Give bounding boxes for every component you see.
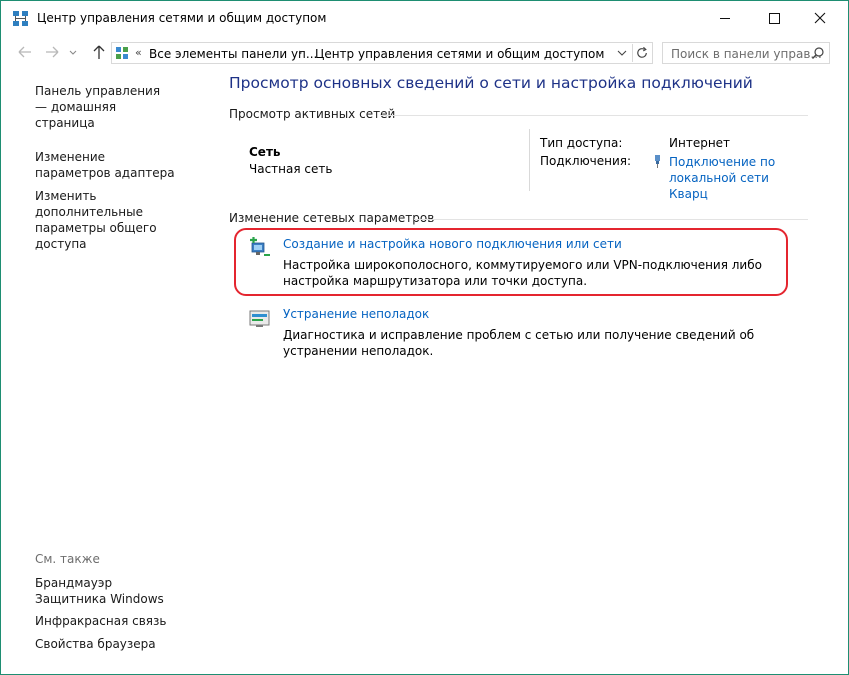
troubleshoot-link[interactable]: Устранение неполадок: [283, 307, 429, 321]
connections-label: Подключения:: [540, 154, 632, 168]
search-placeholder[interactable]: Поиск в панели управ...: [671, 47, 822, 61]
change-adapter-link[interactable]: Изменение параметров адаптера: [35, 149, 175, 181]
address-bar[interactable]: « Все элементы панели уп... › Центр упра…: [111, 42, 653, 64]
firewall-link[interactable]: Брандмауэр Защитника Windows: [35, 575, 185, 607]
active-networks-header: Просмотр активных сетей: [229, 107, 396, 121]
close-button[interactable]: [797, 1, 843, 35]
connection-link[interactable]: Подключение по локальной сети Кварц: [669, 154, 804, 202]
access-type-label: Тип доступа:: [540, 136, 623, 150]
troubleshoot-description: Диагностика и исправление проблем с сеть…: [283, 328, 755, 358]
up-arrow-icon[interactable]: [88, 42, 110, 62]
back-arrow-icon[interactable]: [14, 42, 36, 62]
active-networks-divider: [381, 115, 808, 116]
forward-arrow-icon[interactable]: [41, 42, 63, 62]
home-link[interactable]: Панель управления — домашняя страница: [35, 83, 175, 131]
browser-properties-link[interactable]: Свойства браузера: [35, 636, 156, 652]
network-type: Частная сеть: [249, 162, 333, 176]
breadcrumb-separator[interactable]: ›: [298, 46, 302, 59]
minimize-button[interactable]: [702, 1, 748, 35]
breadcrumb-all-items[interactable]: Все элементы панели уп...: [149, 47, 317, 61]
overflow-chevron[interactable]: «: [135, 46, 142, 59]
page-title: Просмотр основных сведений о сети и наст…: [229, 74, 753, 92]
ethernet-icon: [655, 155, 660, 168]
advanced-sharing-link[interactable]: Изменить дополнительные параметры общего…: [35, 188, 205, 252]
network-info-separator: [529, 129, 530, 191]
title-bar: Центр управления сетями и общим доступом: [1, 1, 848, 37]
see-also-header: См. также: [35, 552, 100, 566]
highlight-annotation: [234, 228, 788, 296]
address-dropdown-icon[interactable]: [613, 44, 631, 62]
change-settings-divider: [414, 219, 808, 220]
left-pane: Панель управления — домашняя страница Из…: [35, 83, 215, 252]
control-panel-icon: [116, 47, 128, 59]
search-box[interactable]: Поиск в панели управ...: [662, 42, 830, 64]
history-chevron-icon[interactable]: [67, 42, 79, 62]
infrared-link[interactable]: Инфракрасная связь: [35, 613, 166, 629]
troubleshoot-icon: [249, 310, 270, 327]
breadcrumb-network-center[interactable]: Центр управления сетями и общим доступом: [315, 47, 604, 61]
maximize-button[interactable]: [751, 1, 797, 35]
access-type-value: Интернет: [669, 136, 731, 150]
change-settings-header: Изменение сетевых параметров: [229, 211, 435, 225]
refresh-icon[interactable]: [632, 44, 652, 62]
navigation-bar: « Все элементы панели уп... › Центр упра…: [1, 37, 848, 67]
search-icon[interactable]: [811, 46, 825, 60]
window-title: Центр управления сетями и общим доступом: [37, 11, 327, 25]
network-name: Сеть: [249, 145, 281, 159]
control-panel-window: Центр управления сетями и общим доступом: [0, 0, 849, 675]
network-center-icon: [13, 11, 28, 26]
